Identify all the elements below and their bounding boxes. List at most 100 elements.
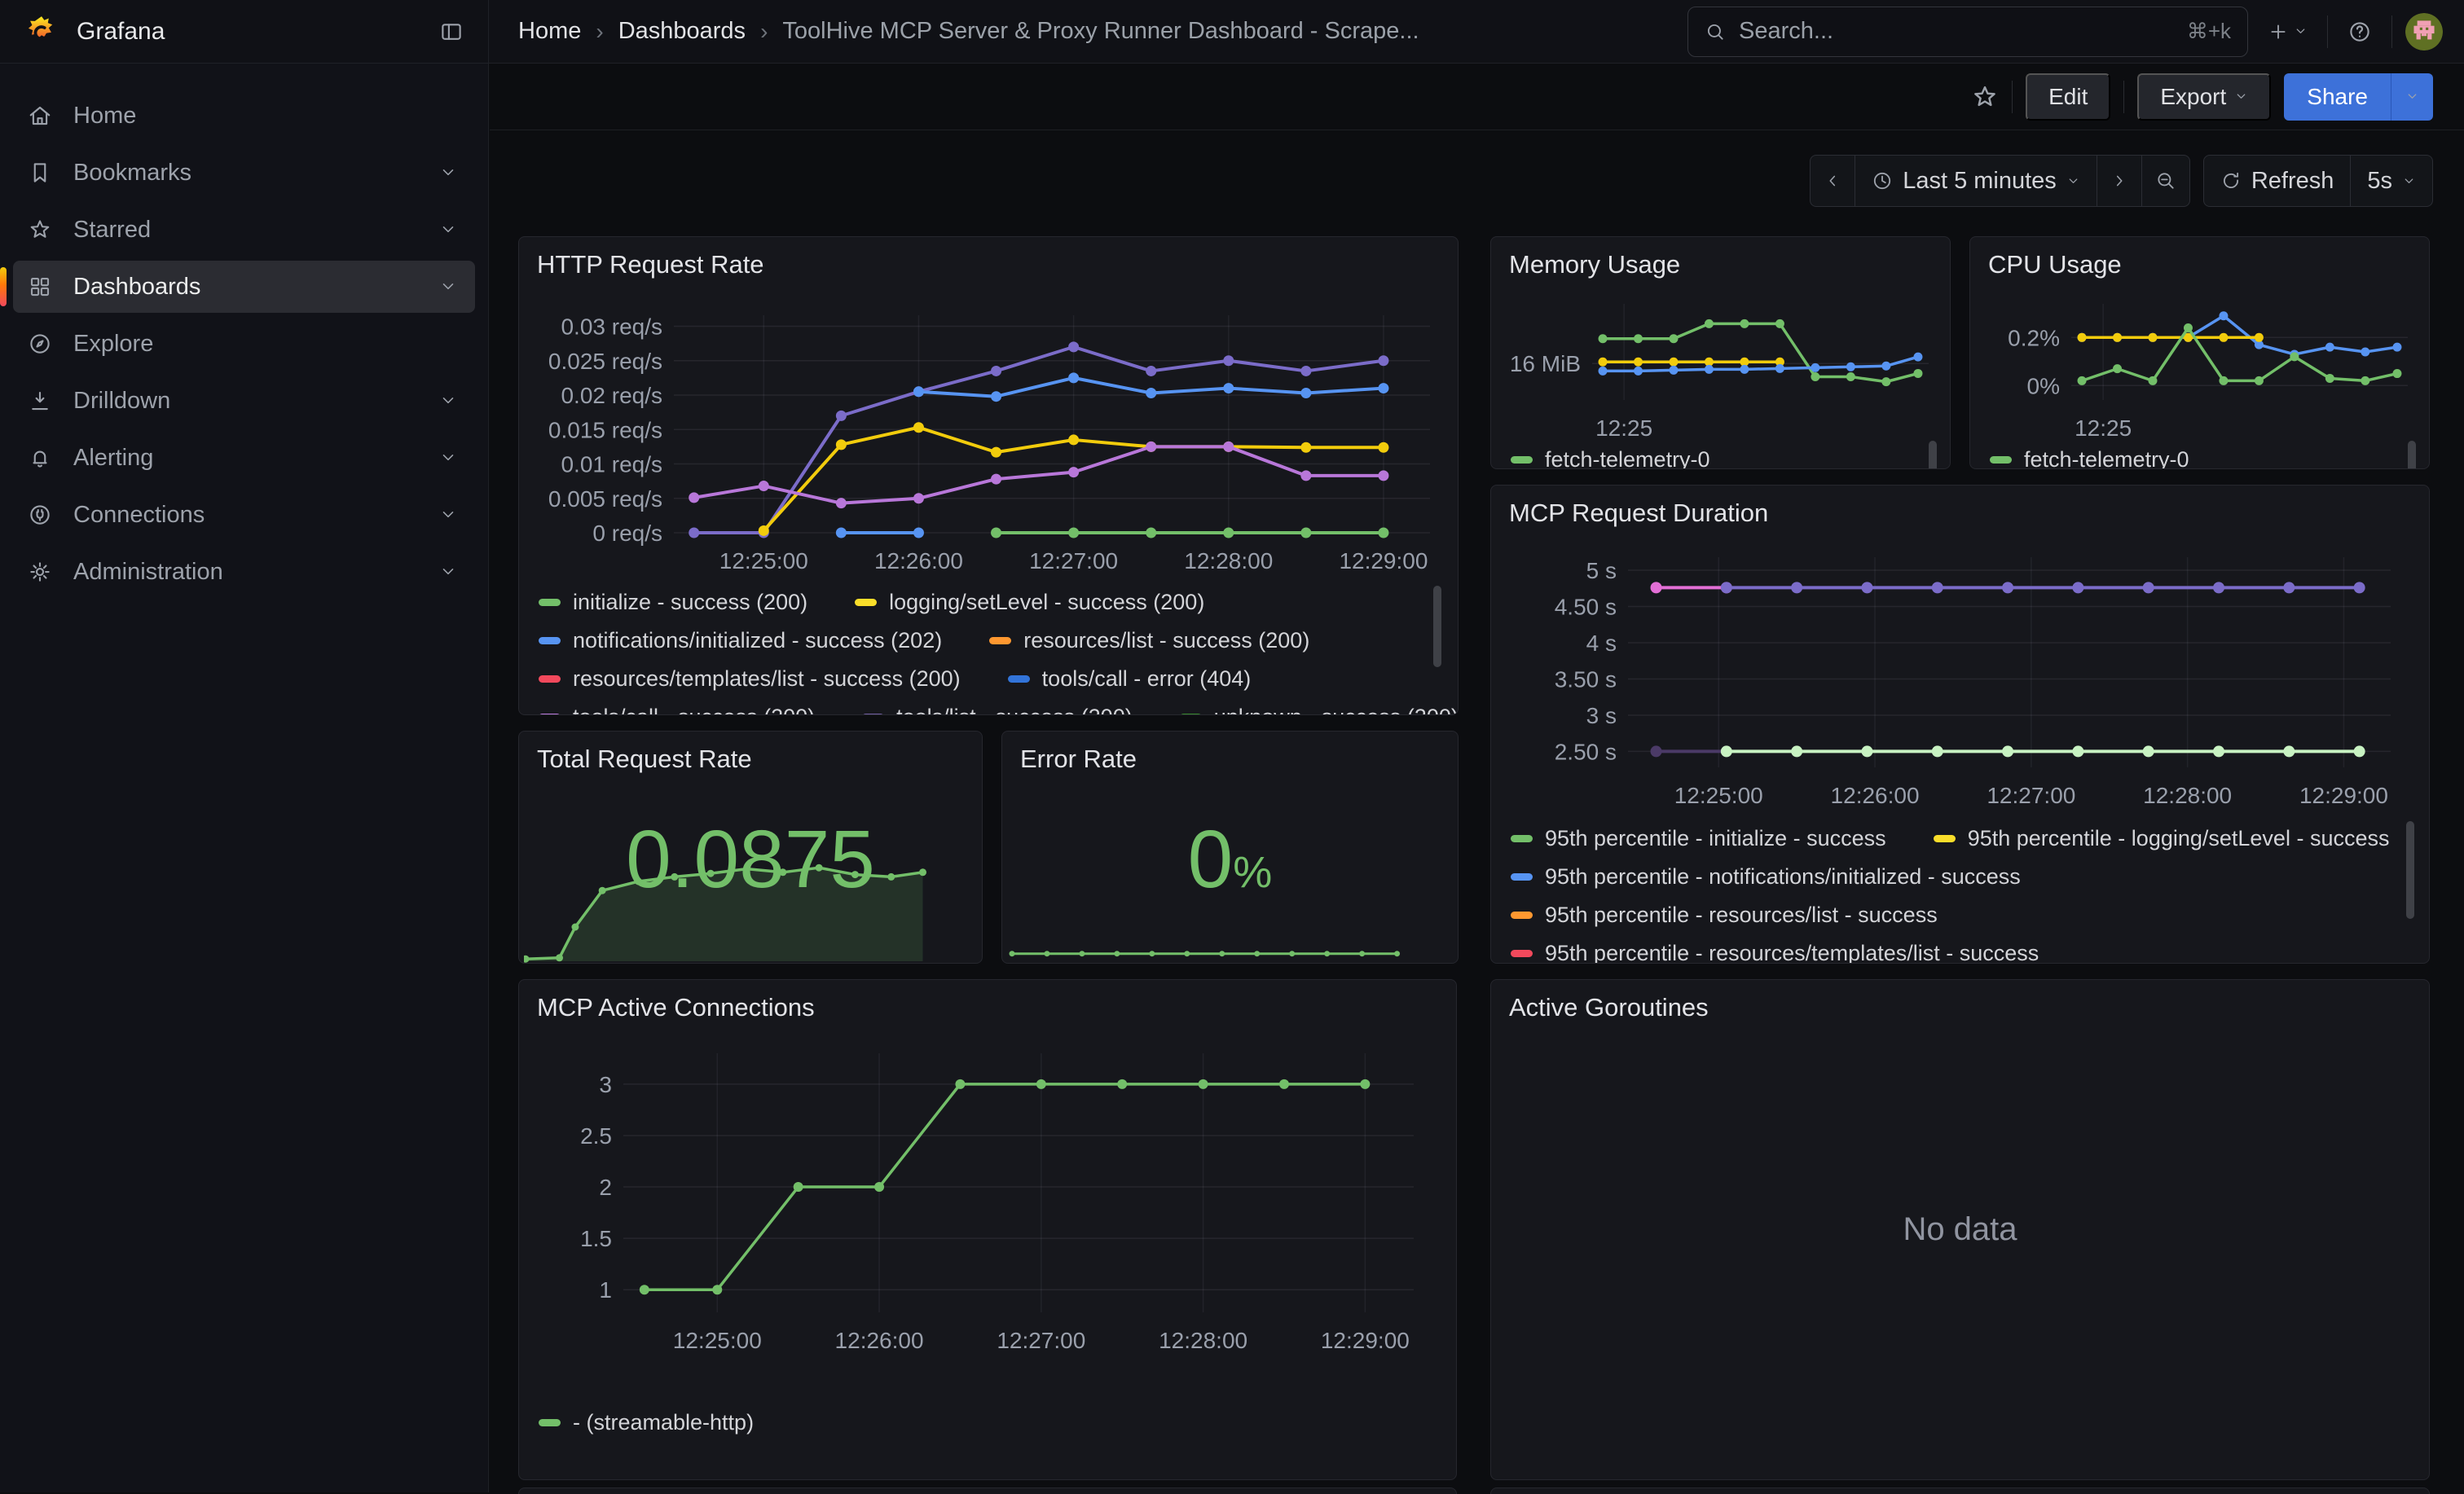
time-shift-forward-button[interactable] <box>2097 155 2142 207</box>
legend-item[interactable]: 95th percentile - initialize - success <box>1511 826 1886 851</box>
refresh-interval-picker[interactable]: 5s <box>2351 155 2433 207</box>
panel-title[interactable]: HTTP Request Rate <box>519 237 1458 279</box>
plug-icon <box>28 503 52 527</box>
legend-label: tools/list - success (200) <box>896 705 1133 715</box>
panel-title[interactable]: Memory Usage <box>1491 237 1950 279</box>
time-range-group: Last 5 minutes <box>1810 155 2190 207</box>
sidebar-item-bookmarks[interactable]: Bookmarks <box>13 147 475 199</box>
legend-item[interactable]: logging/setLevel - success (200) <box>855 590 1204 615</box>
legend-item[interactable]: tools/list - success (200) <box>862 705 1133 715</box>
sidebar-item-alerting[interactable]: Alerting <box>13 432 475 484</box>
svg-text:12:27:00: 12:27:00 <box>1987 783 2075 808</box>
legend-item[interactable]: 95th percentile - logging/setLevel - suc… <box>1934 826 2390 851</box>
legend-item[interactable]: resources/templates/list - success (200) <box>539 666 961 692</box>
panel-title[interactable]: MCP Request Duration <box>1491 486 2429 528</box>
sidebar-item-starred[interactable]: Starred <box>13 204 475 256</box>
edit-button[interactable]: Edit <box>2026 73 2110 121</box>
legend-item[interactable]: - (streamable-http) <box>539 1410 754 1435</box>
search-input[interactable]: Search... ⌘+k <box>1687 7 2248 57</box>
panel-title[interactable]: Total Request Rate <box>519 732 982 774</box>
next-row-panel-edge <box>518 1487 1457 1494</box>
panel-active-goroutines: Active Goroutines No data <box>1490 979 2430 1480</box>
sidebar-item-label: Administration <box>73 559 223 586</box>
sidebar-item-connections[interactable]: Connections <box>13 489 475 541</box>
home-icon <box>28 103 52 128</box>
refresh-button[interactable]: Refresh <box>2203 155 2352 207</box>
legend-item[interactable]: fetch-telemetry-0 <box>1511 447 1710 469</box>
legend-row: - (streamable-http) <box>539 1404 1420 1442</box>
legend-color-swatch <box>1511 873 1533 881</box>
chevron-down-icon <box>2405 90 2419 103</box>
svg-text:4 s: 4 s <box>1586 631 1617 656</box>
legend-item[interactable]: 95th percentile - resources/list - succe… <box>1511 903 1938 928</box>
legend-scrollbar[interactable] <box>1433 586 1441 667</box>
panel-cpu-usage: CPU Usage 0.2%0%12:25 fetch-telemetry-0 <box>1969 236 2430 469</box>
sidebar-item-label: Connections <box>73 502 205 529</box>
svg-text:0.01 req/s: 0.01 req/s <box>561 452 662 477</box>
breadcrumb-item[interactable]: Home <box>518 18 581 45</box>
panel-memory-usage: Memory Usage 16 MiB12:25 fetch-telemetry… <box>1490 236 1951 469</box>
panel-title[interactable]: Active Goroutines <box>1491 980 2429 1022</box>
time-shift-back-button[interactable] <box>1810 155 1855 207</box>
chevron-down-icon <box>2234 90 2248 103</box>
share-button[interactable]: Share <box>2284 73 2391 121</box>
legend-label: tools/call - error (404) <box>1042 666 1252 692</box>
breadcrumb-item[interactable]: Dashboards <box>618 18 746 45</box>
svg-text:12:25:00: 12:25:00 <box>1674 783 1763 808</box>
top-bar: Grafana Home›Dashboards›ToolHive MCP Ser… <box>0 0 2464 64</box>
sidebar-item-label: Explore <box>73 331 153 358</box>
legend-item[interactable]: resources/list - success (200) <box>989 628 1309 653</box>
divider <box>2391 15 2392 48</box>
legend-item[interactable]: 95th percentile - notifications/initiali… <box>1511 864 2021 890</box>
favorite-star-icon[interactable] <box>1971 83 1999 111</box>
sidebar-item-explore[interactable]: Explore <box>13 318 475 370</box>
svg-text:1: 1 <box>599 1277 612 1303</box>
legend-scrollbar[interactable] <box>2406 821 2414 919</box>
legend-label: tools/call - success (200) <box>573 705 815 715</box>
grid-icon <box>28 275 52 299</box>
svg-text:12:28:00: 12:28:00 <box>1184 548 1273 573</box>
export-button[interactable]: Export <box>2137 73 2271 121</box>
zoom-out-button[interactable] <box>2142 155 2190 207</box>
legend-row: tools/call - success (200) tools/list - s… <box>539 698 1422 715</box>
refresh-group: Refresh 5s <box>2203 155 2433 207</box>
legend-item[interactable]: notifications/initialized - success (202… <box>539 628 942 653</box>
star-icon <box>28 218 52 242</box>
legend-label: 95th percentile - notifications/initiali… <box>1545 864 2021 890</box>
legend-item[interactable]: tools/call - success (200) <box>539 705 815 715</box>
svg-text:12:27:00: 12:27:00 <box>1029 548 1118 573</box>
legend-scrollbar[interactable] <box>1929 441 1937 469</box>
sidebar-item-drilldown[interactable]: Drilldown <box>13 375 475 427</box>
legend-item[interactable]: fetch-telemetry-0 <box>1990 447 2189 469</box>
sidebar-toggle-icon[interactable] <box>439 20 464 44</box>
add-button[interactable] <box>2261 15 2314 49</box>
divider <box>2123 81 2124 113</box>
legend-item[interactable]: unknown - success (200) <box>1180 705 1459 715</box>
share-menu-button[interactable] <box>2391 73 2433 121</box>
legend-color-swatch <box>1511 950 1533 957</box>
breadcrumb-item: ToolHive MCP Server & Proxy Runner Dashb… <box>782 18 1419 45</box>
legend-item[interactable]: tools/call - error (404) <box>1008 666 1252 692</box>
sidebar-item-home[interactable]: Home <box>13 90 475 142</box>
legend-label: - (streamable-http) <box>573 1410 754 1435</box>
stat-value: 0.0875 <box>519 813 982 907</box>
svg-text:1.5: 1.5 <box>580 1226 612 1251</box>
legend-item[interactable]: 95th percentile - resources/templates/li… <box>1511 941 2039 964</box>
avatar[interactable] <box>2405 13 2443 51</box>
legend-color-swatch <box>1990 456 2012 464</box>
panel-title[interactable]: CPU Usage <box>1970 237 2429 279</box>
panel-title[interactable]: MCP Active Connections <box>519 980 1456 1022</box>
chevron-down-icon <box>439 164 457 182</box>
time-range-picker[interactable]: Last 5 minutes <box>1855 155 2097 207</box>
help-button[interactable] <box>2341 13 2378 51</box>
bookmark-icon <box>28 160 52 185</box>
legend-item[interactable]: initialize - success (200) <box>539 590 807 615</box>
panel-title[interactable]: Error Rate <box>1002 732 1458 774</box>
legend-label: 95th percentile - resources/list - succe… <box>1545 903 1938 928</box>
legend-scrollbar[interactable] <box>2408 441 2416 469</box>
sidebar-item-administration[interactable]: Administration <box>13 546 475 598</box>
svg-text:12:29:00: 12:29:00 <box>1321 1328 1410 1353</box>
sidebar-item-dashboards[interactable]: Dashboards <box>13 261 475 313</box>
panel-mcp-request-duration: MCP Request Duration 2.50 s3 s3.50 s4 s4… <box>1490 485 2430 964</box>
error-rate-value: 0 <box>1188 814 1234 905</box>
